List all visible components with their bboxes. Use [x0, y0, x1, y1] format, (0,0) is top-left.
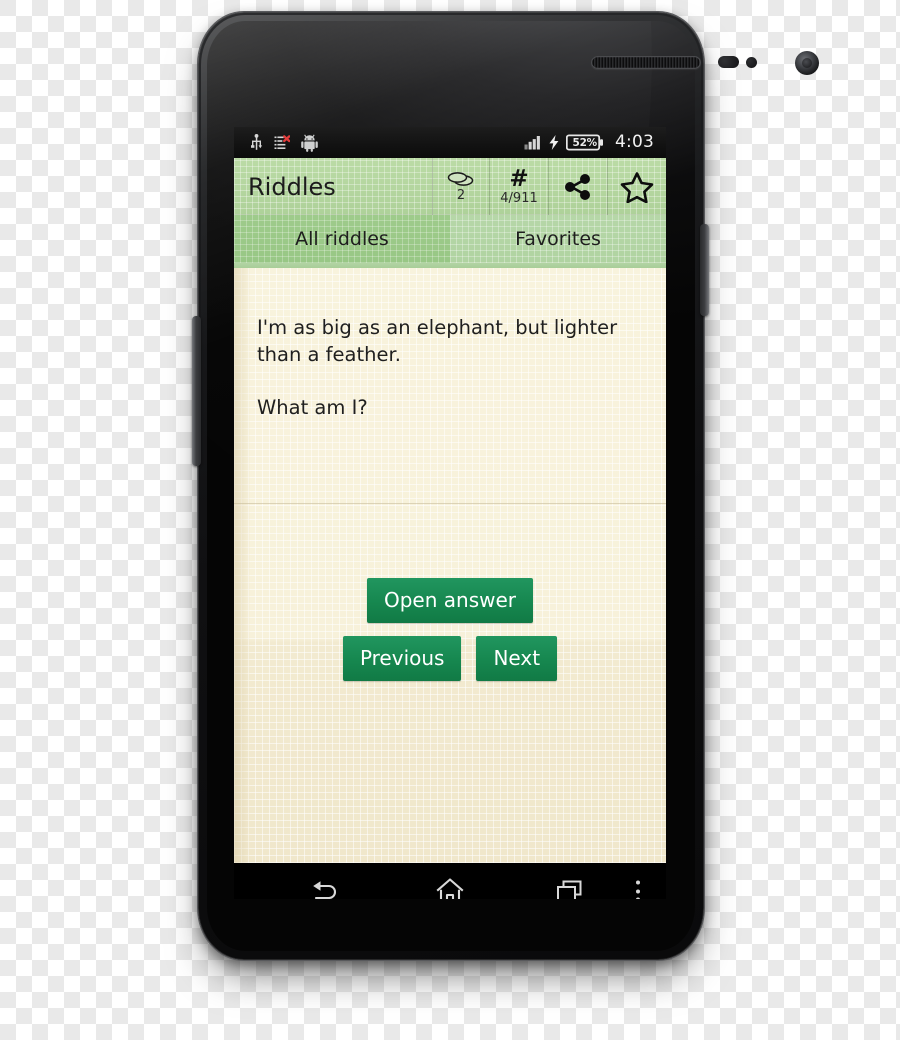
tab-all-riddles-label: All riddles — [295, 227, 389, 250]
riddle-text: I'm as big as an elephant, but lighter t… — [257, 315, 646, 422]
hash-icon: # — [509, 166, 529, 192]
proximity-sensor-icon — [718, 56, 739, 68]
riddle-index-label: 4/911 — [500, 191, 538, 206]
tab-all-riddles[interactable]: All riddles — [234, 215, 450, 263]
riddle-prompt-line: What am I? — [257, 395, 368, 419]
content-divider — [234, 503, 666, 504]
status-bar-left-icons — [234, 133, 318, 152]
share-button[interactable] — [548, 158, 607, 215]
overflow-dot — [636, 889, 640, 893]
battery-indicator: 52% — [566, 134, 606, 151]
share-icon — [565, 173, 590, 200]
light-sensor-icon — [746, 57, 757, 68]
coins-count-label: 2 — [456, 188, 466, 203]
tab-bar: All riddles Favorites — [234, 215, 666, 263]
usb-icon — [251, 134, 263, 150]
back-button[interactable] — [310, 879, 340, 899]
open-answer-row: Open answer — [234, 578, 666, 623]
recent-apps-icon — [557, 880, 582, 899]
status-bar-right-icons: 52% 4:03 — [524, 134, 666, 151]
overflow-menu-button[interactable] — [636, 880, 640, 899]
coins-icon — [447, 172, 474, 186]
overflow-dot — [636, 897, 640, 899]
status-bar: 52% 4:03 — [234, 127, 666, 158]
previous-button[interactable]: Previous — [342, 636, 462, 681]
star-outline-icon — [620, 171, 654, 203]
back-icon — [313, 881, 337, 899]
home-icon — [436, 878, 464, 899]
android-robot-icon — [301, 133, 318, 152]
overflow-dot — [636, 880, 640, 885]
riddle-index-button[interactable]: # 4/911 — [489, 158, 548, 215]
battery-percent-label: 52% — [572, 136, 598, 149]
favorite-button[interactable] — [607, 158, 666, 215]
power-button[interactable] — [700, 224, 709, 316]
speaker-grille-icon — [591, 56, 701, 69]
recent-apps-button[interactable] — [555, 879, 585, 899]
tab-favorites[interactable]: Favorites — [450, 215, 666, 263]
clock-label: 4:03 — [615, 132, 654, 152]
paper-left-margin — [234, 268, 250, 863]
charging-bolt-icon — [549, 135, 559, 150]
navigation-row: Previous Next — [234, 636, 666, 681]
riddle-buttons: Open answer Previous Next — [234, 578, 666, 681]
tab-favorites-label: Favorites — [515, 227, 601, 250]
volume-rocker-button[interactable] — [192, 316, 201, 466]
front-camera-icon — [795, 51, 819, 75]
android-navigation-bar — [234, 863, 666, 899]
home-button[interactable] — [435, 878, 465, 899]
page-title: Riddles — [248, 172, 336, 201]
riddle-question-line: I'm as big as an elephant, but lighter t… — [257, 316, 618, 366]
signal-bars-icon — [524, 136, 541, 150]
action-bar: Riddles 2 # 4/911 — [234, 158, 666, 215]
coins-counter-button[interactable]: 2 — [432, 158, 489, 215]
list-error-icon — [274, 134, 290, 149]
open-answer-button[interactable]: Open answer — [366, 578, 533, 623]
riddle-content-area: I'm as big as an elephant, but lighter t… — [234, 268, 666, 863]
next-button[interactable]: Next — [476, 636, 558, 681]
phone-screen: 52% 4:03 Riddles 2 # 4/911 All riddles F… — [234, 127, 666, 899]
